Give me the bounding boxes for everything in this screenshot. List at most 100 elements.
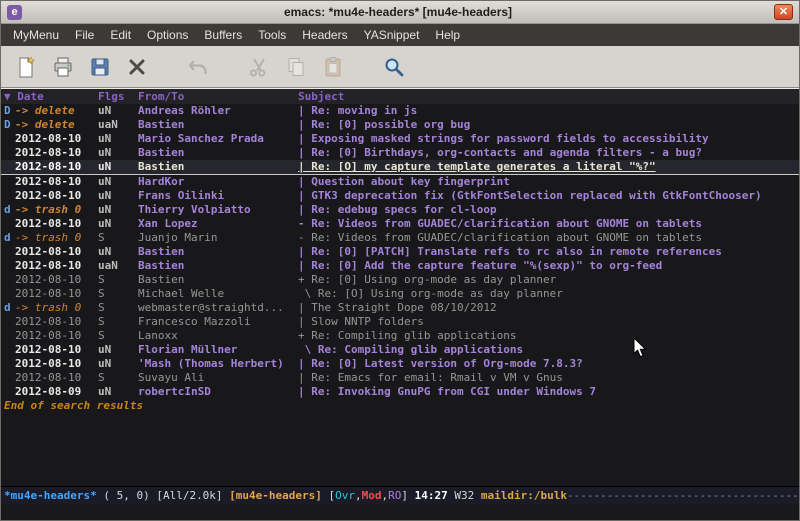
flags: uN [98, 217, 138, 231]
flags: uN [98, 175, 138, 189]
undo-button [183, 52, 213, 82]
message-row[interactable]: 2012-08-10 uN Bastien | Re: [0] Birthday… [1, 146, 799, 160]
search-button[interactable] [379, 52, 409, 82]
subject: | Re: [O] my capture template generates … [298, 160, 799, 174]
date-or-action: 2012-08-10 [15, 160, 98, 174]
message-row[interactable]: 2012-08-10 uN Mario Sanchez Prada | Expo… [1, 132, 799, 146]
mode-line: *mu4e-headers* ( 5, 0) [All/2.0k] [mu4e-… [1, 486, 799, 504]
modeline-segment: *mu4e-headers* [4, 489, 97, 502]
subject: | Slow NNTP folders [298, 315, 799, 329]
flags: S [98, 287, 138, 301]
subject: | Re: Invoking GnuPG from CGI under Wind… [298, 385, 799, 399]
flags: uN [98, 385, 138, 399]
message-row[interactable]: 2012-08-10 uN Frans Oilinki | GTK3 depre… [1, 189, 799, 203]
date-or-action: -> delete [15, 118, 98, 132]
message-row[interactable]: 2012-08-10 uN Bastien | Re: [0] [PATCH] … [1, 245, 799, 259]
from: Juanjo Marin [138, 231, 298, 245]
message-row[interactable]: d -> trash 0 S webmaster@straightd... | … [1, 301, 799, 315]
modeline-segment: Mod [362, 489, 382, 502]
message-row[interactable]: 2012-08-09 uN robertcInSD | Re: Invoking… [1, 385, 799, 399]
column-header-date[interactable]: ▼ Date [4, 89, 98, 104]
subject: | Re: [0] Latest version of Org-mode 7.8… [298, 357, 799, 371]
save-button[interactable] [85, 52, 115, 82]
menu-item-yasnippet[interactable]: YASnippet [356, 24, 428, 46]
column-header-from[interactable]: From/To [138, 89, 298, 104]
flags: uN [98, 160, 138, 174]
column-header-subject[interactable]: Subject [298, 89, 799, 104]
window-close-button[interactable]: ✕ [774, 4, 793, 20]
date-or-action: 2012-08-10 [15, 175, 98, 189]
menu-item-mymenu[interactable]: MyMenu [5, 24, 67, 46]
message-row[interactable]: 2012-08-10 S Francesco Mazzoli | Slow NN… [1, 315, 799, 329]
echo-area[interactable] [1, 504, 799, 520]
message-row[interactable]: 2012-08-10 uN Florian Müllner \ Re: Comp… [1, 343, 799, 357]
print-button[interactable] [48, 52, 78, 82]
message-row[interactable]: 2012-08-10 uN HardKor | Question about k… [1, 175, 799, 189]
from: Lanoxx [138, 329, 298, 343]
subject: | The Straight Dope 08/10/2012 [298, 301, 799, 315]
mark-char [4, 175, 15, 189]
paste-button [318, 52, 348, 82]
from: webmaster@straightd... [138, 301, 298, 315]
message-row[interactable]: 2012-08-10 S Lanoxx + Re: Compiling glib… [1, 329, 799, 343]
subject: - Re: Videos from GUADEC/clarification a… [298, 231, 799, 245]
from: Bastien [138, 259, 298, 273]
flags: uN [98, 343, 138, 357]
paste-icon [321, 55, 345, 79]
message-row[interactable]: D -> delete uN Andreas Röhler | Re: movi… [1, 104, 799, 118]
column-header-flags[interactable]: Flgs [98, 89, 138, 104]
mu4e-headers-buffer: ▼ Date Flgs From/To Subject D -> delete … [1, 88, 799, 486]
close-buffer-button[interactable] [122, 52, 152, 82]
date-or-action: 2012-08-09 [15, 385, 98, 399]
menu-item-edit[interactable]: Edit [102, 24, 139, 46]
cut-button [244, 52, 274, 82]
message-row[interactable]: d -> trash 0 uN Thierry Volpiatto | Re: … [1, 203, 799, 217]
from: Thierry Volpiatto [138, 203, 298, 217]
from: Bastien [138, 160, 298, 174]
flags: S [98, 371, 138, 385]
flags: S [98, 231, 138, 245]
new-file-button[interactable] [11, 52, 41, 82]
message-row[interactable]: 2012-08-10 uN Bastien | Re: [O] my captu… [1, 160, 799, 175]
tool-bar [1, 46, 799, 88]
flags: uaN [98, 118, 138, 132]
menu-item-options[interactable]: Options [139, 24, 196, 46]
message-row[interactable]: 2012-08-10 uaN Bastien | Re: [0] Add the… [1, 259, 799, 273]
emacs-window: e emacs: *mu4e-headers* [mu4e-headers] ✕… [0, 0, 800, 521]
from: Xan Lopez [138, 217, 298, 231]
mark-char [4, 329, 15, 343]
subject: | Re: [0] [PATCH] Translate refs to rc a… [298, 245, 799, 259]
message-row[interactable]: 2012-08-10 uN 'Mash (Thomas Herbert) | R… [1, 357, 799, 371]
from: Bastien [138, 245, 298, 259]
date-or-action: 2012-08-10 [15, 357, 98, 371]
message-row[interactable]: 2012-08-10 uN Xan Lopez - Re: Videos fro… [1, 217, 799, 231]
mark-char [4, 160, 15, 174]
from: Michael Welle [138, 287, 298, 301]
date-or-action: 2012-08-10 [15, 217, 98, 231]
message-row[interactable]: 2012-08-10 S Michael Welle \ Re: [O] Usi… [1, 287, 799, 301]
menu-item-help[interactable]: Help [427, 24, 468, 46]
message-row[interactable]: 2012-08-10 S Suvayu Ali | Re: Emacs for … [1, 371, 799, 385]
mark-char [4, 146, 15, 160]
message-row[interactable]: d -> trash 0 S Juanjo Marin - Re: Videos… [1, 231, 799, 245]
mark-char [4, 315, 15, 329]
date-or-action: 2012-08-10 [15, 343, 98, 357]
mark-char [4, 259, 15, 273]
from: 'Mash (Thomas Herbert) [138, 357, 298, 371]
mark-char [4, 371, 15, 385]
message-row[interactable]: D -> delete uaN Bastien | Re: [0] possib… [1, 118, 799, 132]
menu-item-file[interactable]: File [67, 24, 102, 46]
date-or-action: -> delete [15, 104, 98, 118]
menu-item-tools[interactable]: Tools [250, 24, 294, 46]
modeline-segment: Ovr [335, 489, 355, 502]
menu-item-headers[interactable]: Headers [294, 24, 355, 46]
from: Frans Oilinki [138, 189, 298, 203]
header-line: ▼ Date Flgs From/To Subject [1, 89, 799, 104]
mark-char [4, 132, 15, 146]
message-row[interactable]: 2012-08-10 S Bastien + Re: [0] Using org… [1, 273, 799, 287]
modeline-segment: ( 5, 0) [97, 489, 157, 502]
date-or-action: 2012-08-10 [15, 132, 98, 146]
from: Suvayu Ali [138, 371, 298, 385]
print-icon [51, 55, 75, 79]
menu-item-buffers[interactable]: Buffers [196, 24, 250, 46]
